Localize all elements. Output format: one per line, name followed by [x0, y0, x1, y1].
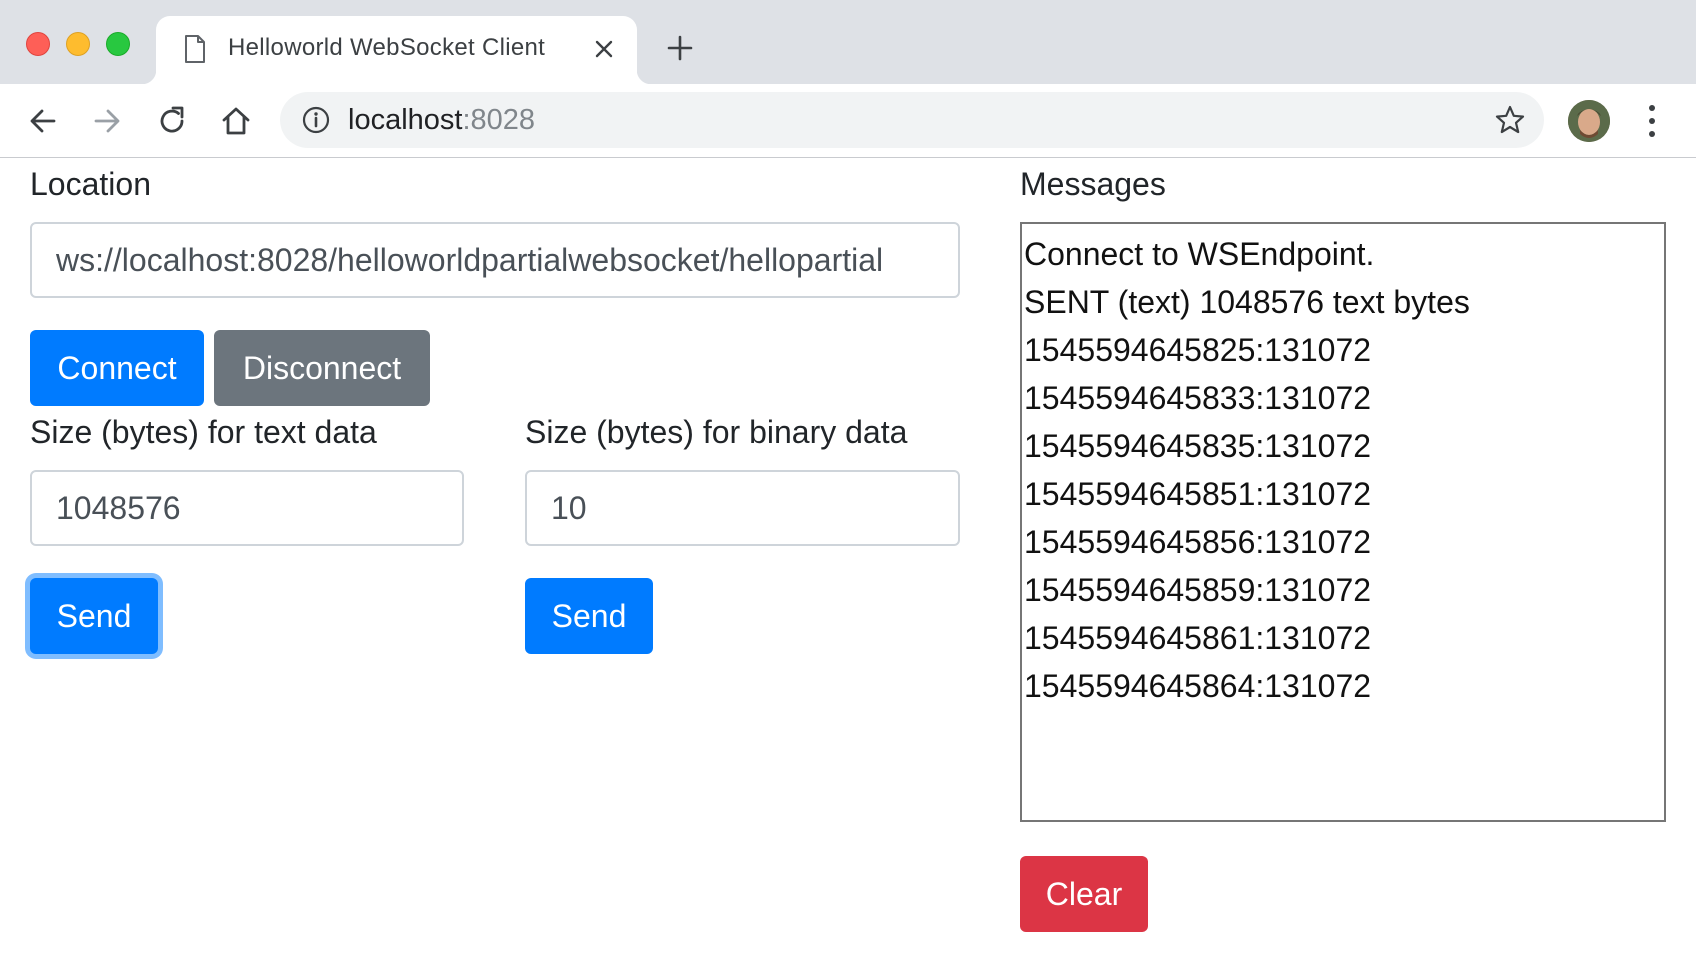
location-label: Location — [30, 166, 151, 202]
message-line: 1545594645861:131072 — [1024, 620, 1372, 656]
url-port: :8028 — [462, 104, 536, 136]
message-line: SENT (text) 1048576 text bytes — [1024, 284, 1470, 320]
address-bar[interactable]: localhost:8028 — [280, 92, 1544, 148]
message-line: 1545594645833:131072 — [1024, 380, 1372, 416]
disconnect-button[interactable]: Disconnect — [214, 330, 430, 406]
location-input[interactable] — [30, 222, 960, 298]
browser-tab[interactable]: Helloworld WebSocket Client — [142, 16, 651, 84]
message-line: 1545594645859:131072 — [1024, 572, 1372, 608]
binary-size-input[interactable] — [525, 470, 960, 546]
message-line: 1545594645864:131072 — [1024, 668, 1372, 704]
minimize-window-button[interactable] — [66, 32, 90, 56]
messages-textarea[interactable]: Connect to WSEndpoint. SENT (text) 10485… — [1020, 222, 1666, 822]
more-menu-icon[interactable] — [1646, 102, 1658, 140]
message-line: Connect to WSEndpoint. — [1024, 236, 1375, 272]
tab-title: Helloworld WebSocket Client — [228, 34, 546, 61]
message-line: 1545594645851:131072 — [1024, 476, 1372, 512]
url-host: localhost — [348, 104, 463, 136]
send-binary-button[interactable]: Send — [525, 578, 653, 654]
url-text: localhost:8028 — [348, 104, 535, 137]
messages-label: Messages — [1020, 166, 1166, 202]
binary-size-label: Size (bytes) for binary data — [525, 414, 908, 450]
browser-tab-bar: Helloworld WebSocket Client — [0, 0, 1696, 84]
maximize-window-button[interactable] — [106, 32, 130, 56]
browser-toolbar: localhost:8028 — [0, 84, 1696, 158]
text-size-label: Size (bytes) for text data — [30, 414, 377, 450]
message-line: 1545594645856:131072 — [1024, 524, 1372, 560]
message-line: 1545594645825:131072 — [1024, 332, 1372, 368]
document-icon — [185, 35, 205, 63]
close-window-button[interactable] — [26, 32, 50, 56]
close-tab-icon[interactable] — [592, 37, 616, 61]
avatar-icon — [1568, 100, 1610, 142]
profile-avatar[interactable] — [1568, 100, 1610, 142]
send-text-button[interactable]: Send — [30, 578, 158, 654]
message-line: 1545594645835:131072 — [1024, 428, 1372, 464]
connect-button[interactable]: Connect — [30, 330, 204, 406]
reload-icon[interactable] — [155, 104, 189, 138]
back-arrow-icon[interactable] — [26, 104, 60, 138]
new-tab-icon[interactable] — [666, 34, 694, 62]
forward-arrow-icon[interactable] — [90, 104, 124, 138]
home-icon[interactable] — [219, 104, 253, 138]
text-size-input[interactable] — [30, 470, 464, 546]
bookmark-star-icon[interactable] — [1494, 104, 1526, 136]
clear-button[interactable]: Clear — [1020, 856, 1148, 932]
info-icon[interactable] — [302, 106, 330, 134]
